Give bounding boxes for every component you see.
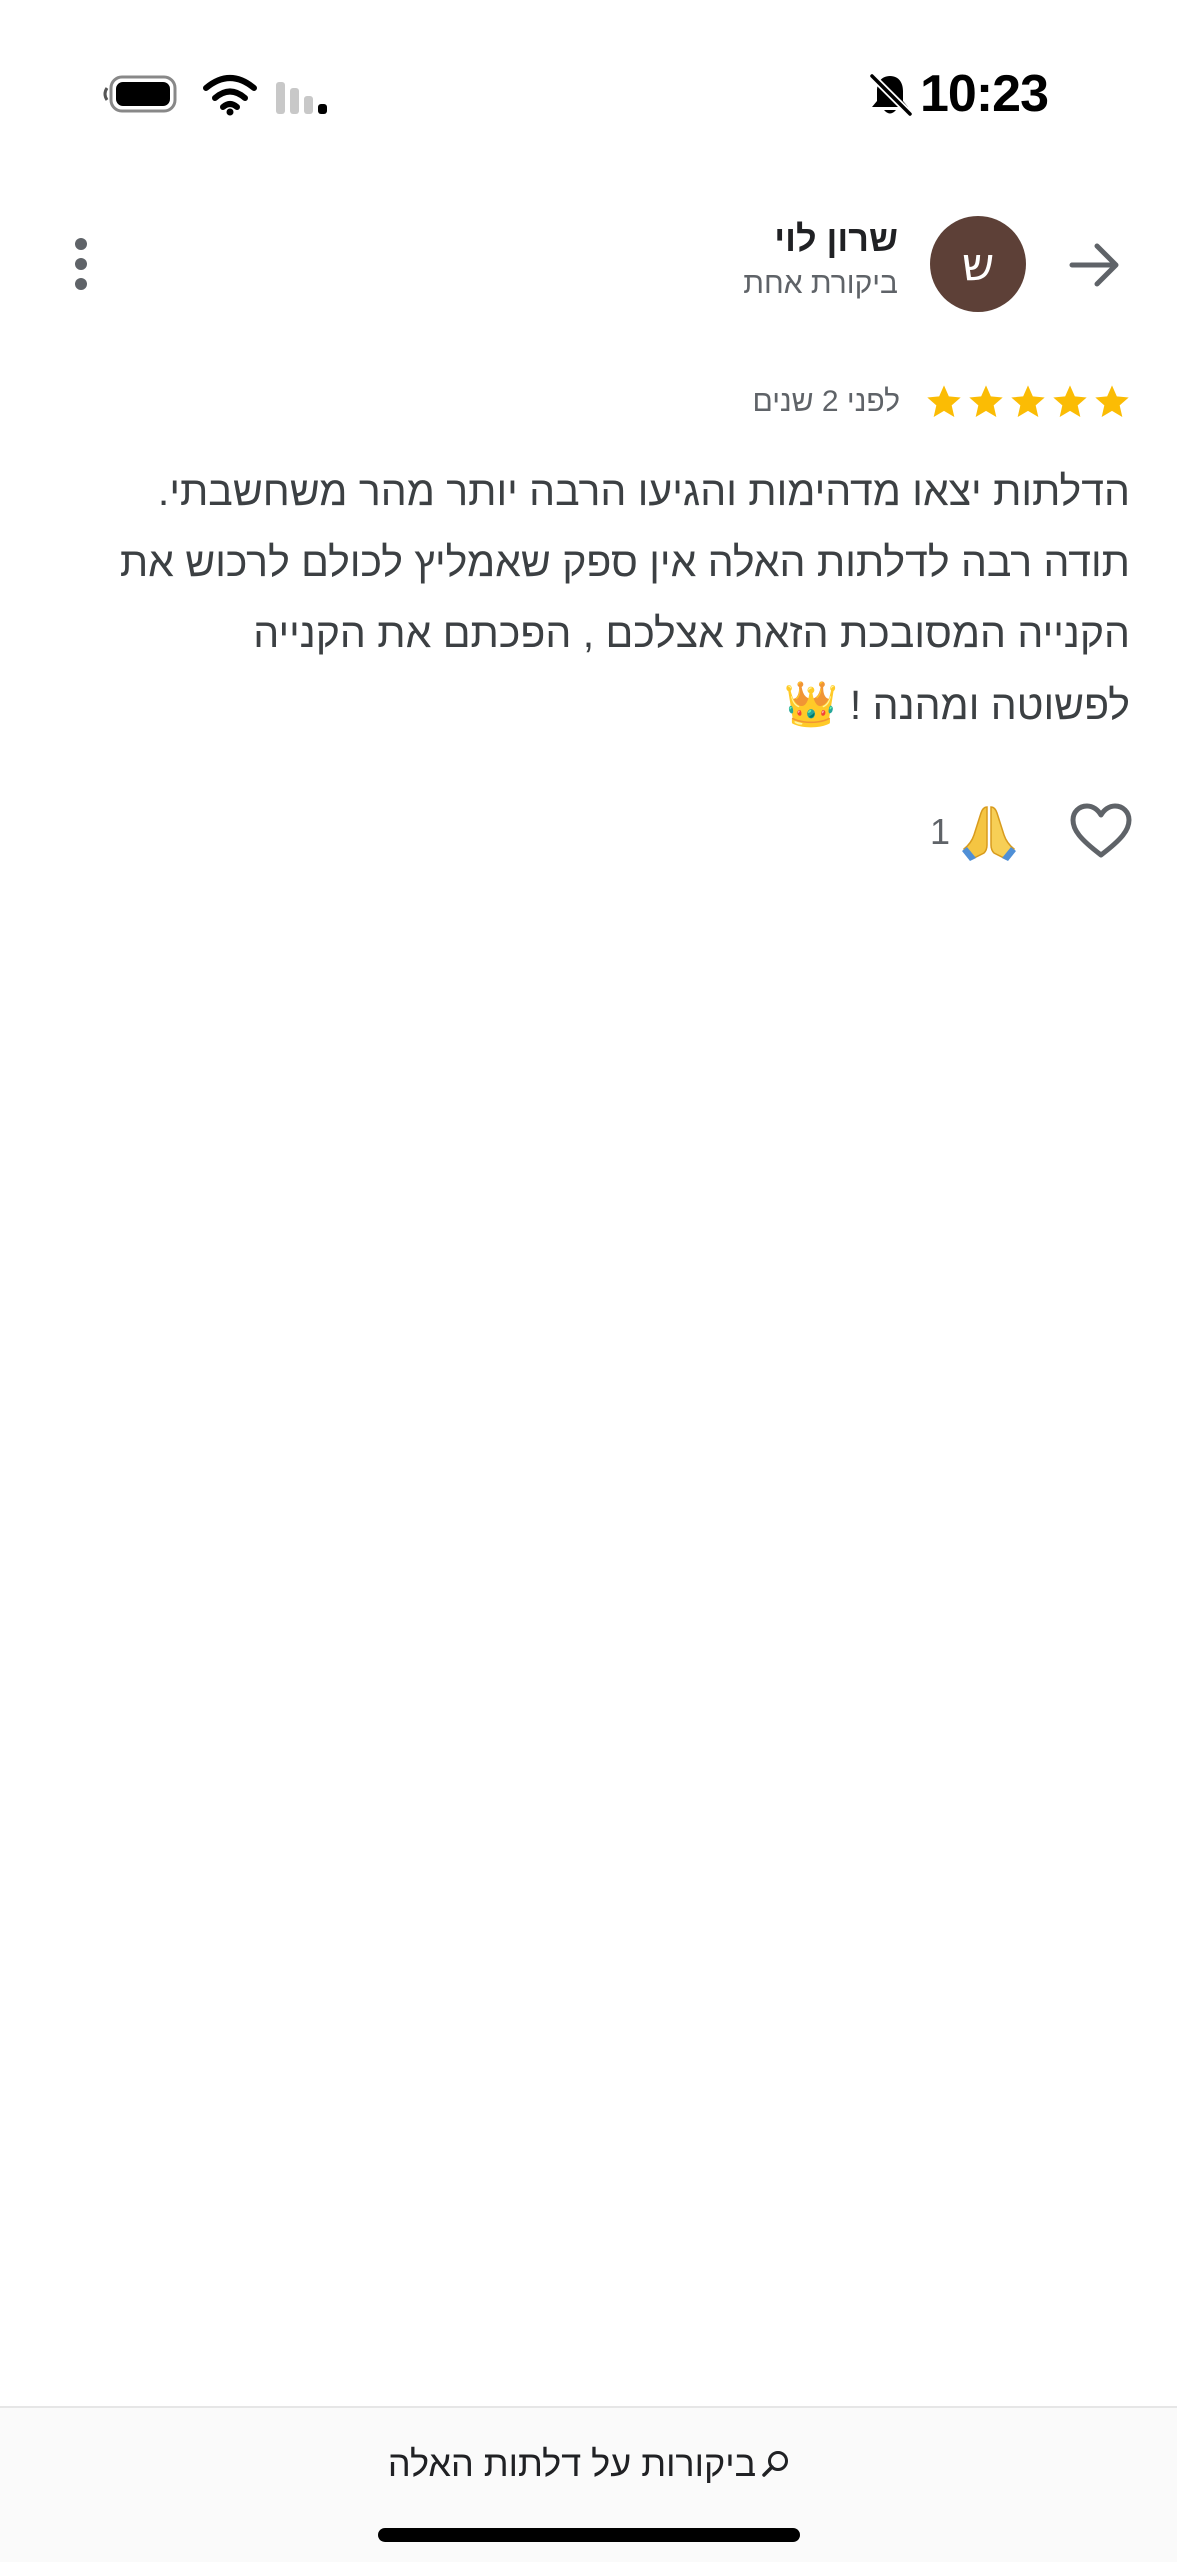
review-line: לפשוטה ומהנה ! <box>849 682 1130 728</box>
arrow-right-icon <box>1069 243 1119 287</box>
review-line: הדלתות יצאו מדהימות והגיעו הרבה יותר מהר… <box>157 468 1130 514</box>
home-indicator <box>378 2528 800 2542</box>
avatar[interactable]: ש <box>930 216 1026 312</box>
bell-off-icon <box>869 73 912 117</box>
wifi-icon <box>203 75 257 116</box>
reviewer-name: שרון לוי <box>774 218 898 259</box>
reaction-count: 1 <box>930 811 951 852</box>
clock: 10:23 <box>920 65 1049 123</box>
reaction-chip[interactable]: 1 <box>930 800 1050 864</box>
more-options-button[interactable] <box>56 224 106 304</box>
folded-hands-icon <box>962 806 1017 861</box>
avatar-letter: ש <box>961 237 995 291</box>
reviewer-review-count: ביקורת אחת <box>743 267 898 300</box>
crown-emoji: 👑 <box>783 680 839 729</box>
rating-row: לפני 2 שנים <box>600 372 1132 432</box>
star-icon <box>1011 385 1045 417</box>
search-reviews-label: ביקורות על דלתות האלה <box>387 2443 757 2484</box>
back-button[interactable] <box>1060 230 1130 300</box>
star-icon <box>1053 385 1087 417</box>
review-date: לפני 2 שנים <box>752 385 900 418</box>
reviewer-info[interactable]: שרון לוי ביקורת אחת <box>560 214 898 314</box>
star-rating <box>924 382 1132 422</box>
like-button[interactable] <box>1066 798 1136 864</box>
bottom-bar: ביקורות על דלתות האלה <box>0 2406 1177 2562</box>
signal-icon <box>276 82 327 114</box>
search-icon <box>762 2451 789 2477</box>
review-line: תודה רבה לדלתות האלה אין ספק שאמליץ לכול… <box>119 539 1130 585</box>
heart-outline-icon <box>1070 803 1132 858</box>
review-line: הקנייה המסובכת הזאת אצלכם , הפכתם את הקנ… <box>253 610 1130 656</box>
battery-icon <box>103 75 177 113</box>
review-text: הדלתות יצאו מדהימות והגיעו הרבה יותר מהר… <box>48 456 1130 741</box>
more-vert-icon <box>75 238 87 290</box>
star-icon <box>1095 385 1129 417</box>
review-line-last: לפשוטה ומהנה ! 👑 <box>48 669 1130 741</box>
star-icon <box>969 385 1003 417</box>
status-bar: 10:23 <box>0 0 1177 190</box>
search-reviews-button[interactable]: ביקורות על דלתות האלה <box>360 2432 820 2496</box>
star-icon <box>927 385 961 417</box>
